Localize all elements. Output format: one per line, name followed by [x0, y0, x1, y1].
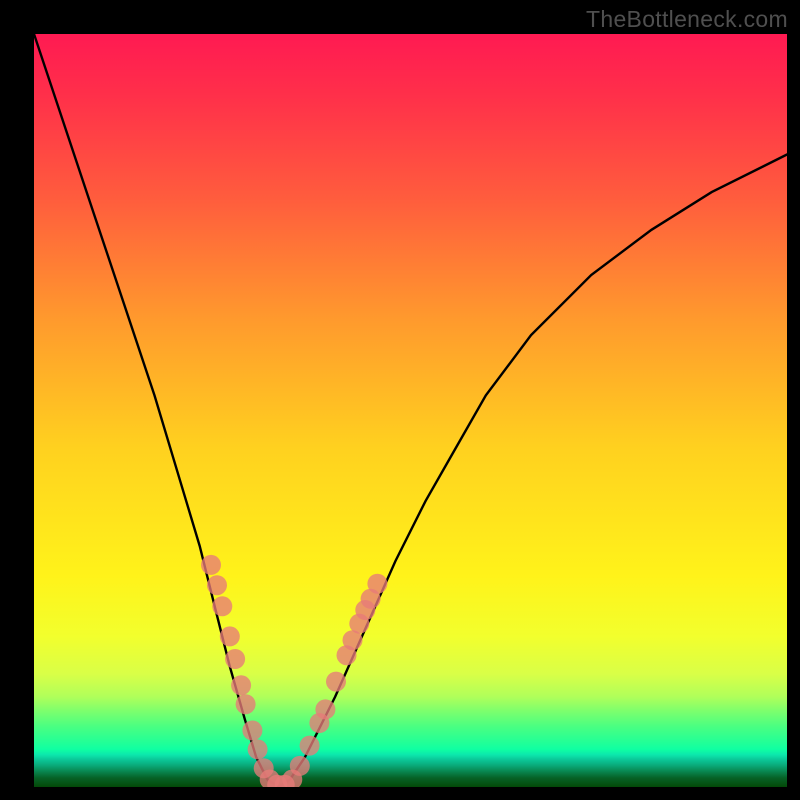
curve-overlay — [34, 34, 787, 787]
marker-point — [248, 739, 268, 759]
marker-point — [236, 694, 256, 714]
marker-point — [326, 672, 346, 692]
outer-frame: TheBottleneck.com — [0, 0, 800, 800]
watermark-text: TheBottleneck.com — [586, 6, 788, 33]
marker-point — [212, 596, 232, 616]
marker-point — [242, 721, 262, 741]
marker-point — [300, 736, 320, 756]
marker-group — [201, 555, 387, 787]
plot-area — [34, 34, 787, 787]
marker-point — [231, 675, 251, 695]
marker-point — [225, 649, 245, 669]
marker-point — [367, 574, 387, 594]
bottleneck-curve — [34, 34, 787, 787]
marker-point — [290, 756, 310, 776]
marker-point — [207, 575, 227, 595]
marker-point — [220, 626, 240, 646]
marker-point — [315, 699, 335, 719]
marker-point — [201, 555, 221, 575]
